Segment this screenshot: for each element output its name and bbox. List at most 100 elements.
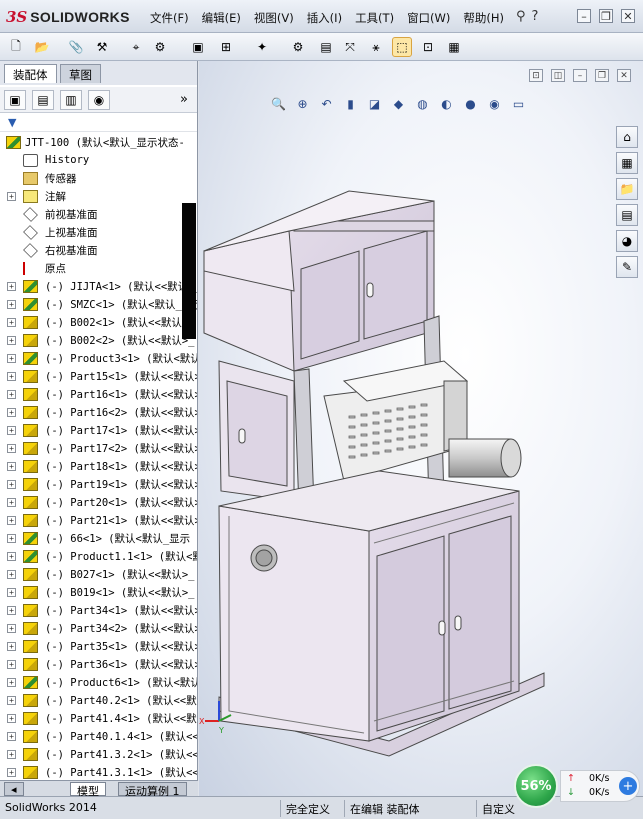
tree-item[interactable]: History — [0, 151, 196, 169]
tree-item[interactable]: + (-) Part34<1> (默认<<默认> — [0, 601, 197, 619]
smart-fastener-icon[interactable]: ⚹ — [366, 37, 386, 57]
expand-icon[interactable]: + — [7, 713, 16, 723]
component-icon[interactable]: ▣ — [188, 37, 208, 57]
tree-item[interactable]: 上视基准面 — [0, 223, 196, 241]
menu-item-3[interactable]: 插入(I) — [307, 10, 342, 26]
tree-item[interactable]: + (-) Part15<1> (默认<<默认> — [0, 367, 197, 385]
expand-icon[interactable]: + — [7, 659, 16, 669]
tree-item[interactable]: + (-) Part35<1> (默认<<默认> — [0, 637, 197, 655]
display-manager-icon[interactable]: ◉ — [88, 90, 110, 110]
tree-item[interactable]: + (-) B002<2> (默认<<默认>_ — [0, 331, 196, 349]
tree-item[interactable]: + (-) Product1.1<1> (默认<默 — [0, 547, 197, 565]
expand-icon[interactable]: + — [7, 677, 16, 687]
tree-item[interactable]: + (-) Part20<1> (默认<<默认> — [0, 493, 197, 511]
expand-icon[interactable]: + — [7, 533, 16, 543]
rebuild-icon[interactable]: ⚒ — [92, 37, 112, 57]
scroll-left-icon[interactable]: ◂ — [4, 782, 24, 796]
menu-item-5[interactable]: 窗口(W) — [407, 10, 450, 26]
filter-bar[interactable]: ▼ — [0, 114, 197, 132]
tree-item[interactable]: + (-) Part41.3.2<1> (默认<< — [0, 745, 197, 763]
expand-icon[interactable]: + — [7, 371, 16, 381]
graphics-area[interactable]: ⊡ ◫ – ❐ ✕ 🔍 ⊕ ↶ ▮ ◪ ◆ ◍ ◐ ● ◉ ▭ ⌂ ▦ 📁 ▤ … — [199, 61, 643, 796]
tab-model[interactable]: 模型 — [70, 782, 106, 798]
feature-manager-icon[interactable]: ▣ — [4, 90, 26, 110]
solidworks-logo[interactable]: 3S SOLIDWORKS — [6, 7, 130, 27]
tree-item[interactable]: + (-) B002<1> (默认<<默认>_ — [0, 313, 196, 331]
settings-gear-icon[interactable]: ⚙ — [288, 37, 308, 57]
tree-item[interactable]: + (-) Part34<2> (默认<<默认> — [0, 619, 197, 637]
top-assembly-node[interactable]: JTT-100 (默认<默认_显示状态- — [0, 133, 196, 151]
expand-icon[interactable]: + — [7, 461, 16, 471]
expand-icon[interactable]: + — [7, 551, 16, 561]
tab-motion-study[interactable]: 运动算例 1 — [118, 782, 187, 798]
expand-icon[interactable]: + — [7, 335, 16, 345]
menu-item-4[interactable]: 工具(T) — [355, 10, 394, 26]
tree-item[interactable]: + (-) Part40.1.4<1> (默认<< — [0, 727, 197, 745]
tree-item[interactable]: + (-) JIJTA<1> (默认<<默认>_ — [0, 277, 197, 295]
open-icon[interactable]: 📂 — [32, 37, 52, 57]
tree-item[interactable]: + (-) Part18<1> (默认<<默认> — [0, 457, 197, 475]
expand-icon[interactable]: + — [7, 353, 16, 363]
tree-item[interactable]: + (-) Part17<2> (默认<<默认> — [0, 439, 197, 457]
options-icon[interactable]: ⚙ — [150, 37, 170, 57]
expand-icon[interactable]: + — [7, 479, 16, 489]
menu-item-0[interactable]: 文件(F) — [150, 10, 189, 26]
minimize-icon[interactable]: – — [577, 9, 591, 23]
expand-icon[interactable]: + — [7, 749, 16, 759]
expand-icon[interactable]: + — [7, 515, 16, 525]
expand-icon[interactable]: + — [7, 695, 16, 705]
accelerate-icon[interactable]: + — [619, 777, 637, 795]
tree-item[interactable]: + (-) Part19<1> (默认<<默认> — [0, 475, 197, 493]
machine-model[interactable]: X Y — [199, 61, 643, 796]
network-speed-widget[interactable]: ↑ 0K/s ↓ 0K/s + 56% — [514, 764, 640, 808]
insert-component-icon[interactable]: ⊞ — [216, 37, 236, 57]
expand-icon[interactable]: + — [7, 407, 16, 417]
mate-icon[interactable]: ✦ — [252, 37, 272, 57]
expand-icon[interactable]: + — [7, 569, 16, 579]
tree-item[interactable]: + (-) Part16<1> (默认<<默认> — [0, 385, 197, 403]
paperclip-icon[interactable]: 📎 — [66, 37, 86, 57]
tree-item[interactable]: + (-) Part40.2<1> (默认<<默认 — [0, 691, 197, 709]
tree-item[interactable]: + (-) Part17<1> (默认<<默认> — [0, 421, 197, 439]
tree-item[interactable]: + (-) B019<1> (默认<<默认>_ — [0, 583, 196, 601]
explode-view-icon[interactable]: ⬚ — [392, 37, 412, 57]
tree-item[interactable]: + (-) Part41.3.1<1> (默认<< — [0, 763, 197, 780]
tree-item[interactable]: + (-) SMZC<1> (默认<默认_显示 — [0, 295, 197, 313]
tree-item[interactable]: + (-) B027<1> (默认<<默认>_ — [0, 565, 196, 583]
menu-item-1[interactable]: 编辑(E) — [202, 10, 241, 26]
assembly-features-icon[interactable]: ▤ — [316, 37, 336, 57]
expand-icon[interactable]: + — [7, 623, 16, 633]
close-icon[interactable]: ✕ — [621, 9, 635, 23]
tree-item[interactable]: + (-) Product6<1> (默认<默认_ — [0, 673, 197, 691]
snapshot-icon[interactable]: ▦ — [444, 37, 464, 57]
expand-icon[interactable]: + — [7, 497, 16, 507]
expand-icon[interactable]: + — [7, 731, 16, 741]
restore-icon[interactable]: ❐ — [599, 9, 613, 23]
expand-icon[interactable]: + — [7, 299, 16, 309]
expand-icon[interactable]: + — [7, 443, 16, 453]
expand-icon[interactable]: + — [7, 317, 16, 327]
expand-icon[interactable]: + — [7, 587, 16, 597]
property-manager-icon[interactable]: ▤ — [32, 90, 54, 110]
tree-item[interactable]: + (-) Part21<1> (默认<<默认> — [0, 511, 197, 529]
expand-icon[interactable]: + — [7, 767, 16, 777]
tree-item[interactable]: 原点 — [0, 259, 196, 277]
expand-icon[interactable]: + — [7, 641, 16, 651]
tab-assembly[interactable]: 装配体 — [4, 64, 57, 83]
select-icon[interactable]: ⌖ — [126, 37, 146, 57]
menu-item-6[interactable]: 帮助(H) — [463, 10, 504, 26]
expand-icon[interactable]: + — [7, 425, 16, 435]
expand-icon[interactable]: + — [7, 191, 16, 201]
configuration-manager-icon[interactable]: ▥ — [60, 90, 82, 110]
pin-icon[interactable]: ⚲ — [516, 9, 526, 24]
help-icon[interactable]: ? — [532, 9, 539, 24]
new-document-icon[interactable]: 🗋 — [6, 37, 26, 57]
expand-icon[interactable]: + — [7, 389, 16, 399]
tab-sketch[interactable]: 草图 — [60, 64, 101, 83]
tree-item[interactable]: + (-) Part36<1> (默认<<默认> — [0, 655, 197, 673]
expand-icon[interactable]: + — [7, 605, 16, 615]
expand-icon[interactable]: + — [7, 281, 16, 291]
tree-item[interactable]: + 注解 — [0, 187, 196, 205]
chevron-right-icon[interactable]: » — [180, 92, 188, 107]
tree-item[interactable]: + (-) Part16<2> (默认<<默认> — [0, 403, 197, 421]
